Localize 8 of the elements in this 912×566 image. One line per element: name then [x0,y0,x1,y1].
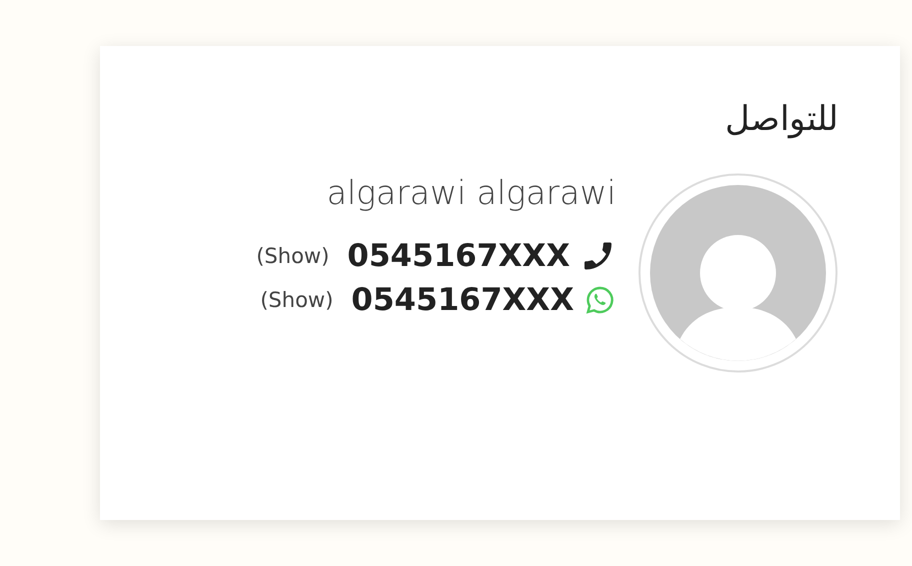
contact-name: algarawi algarawi [326,173,616,212]
phone-number: 0545167XXX [351,282,574,318]
avatar-icon [638,173,838,373]
phone-number: 0545167XXX [347,238,570,274]
whatsapp-icon [584,284,616,316]
show-link[interactable]: (Show) [260,288,334,312]
show-link[interactable]: (Show) [256,244,330,268]
section-title: للتواصل [725,98,838,139]
